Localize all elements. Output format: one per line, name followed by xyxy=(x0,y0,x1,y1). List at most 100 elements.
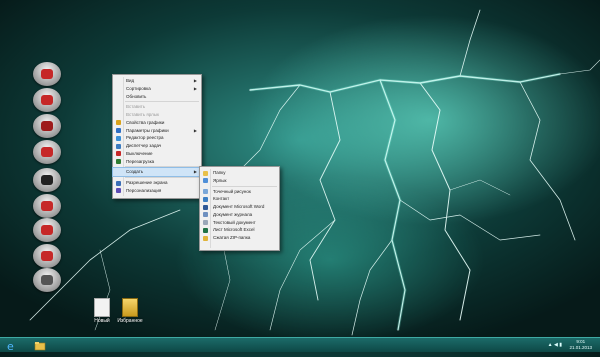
menu-item-icon xyxy=(203,204,208,210)
menu-item-icon xyxy=(203,196,208,202)
taskbar: e ▲ ◀ ▮ 9:01 21.01.2013 xyxy=(0,337,600,353)
menu-item-label: Сжатая ZIP-папка xyxy=(213,235,251,240)
menu-item[interactable]: Выключение xyxy=(113,150,201,158)
menu-item-label: Обновить xyxy=(126,93,147,99)
menu-item-icon xyxy=(116,128,121,133)
submenu-arrow-icon: ▶ xyxy=(193,127,197,133)
menu-item[interactable]: Лист Microsoft Excel xyxy=(200,226,279,234)
menu-item-icon xyxy=(116,159,121,164)
icon-mark xyxy=(41,225,53,235)
menu-separator xyxy=(125,101,199,103)
menu-item-label: Документ Microsoft Word xyxy=(213,204,265,209)
file-explorer-icon[interactable] xyxy=(33,339,47,351)
menu-item-label: Диспетчер задач xyxy=(126,143,162,148)
archive-folder-icon xyxy=(122,298,138,317)
menu-item-label: Точечный рисунок xyxy=(213,188,251,194)
menu-item-label: Выключение xyxy=(126,150,153,156)
menu-item[interactable]: Документ Microsoft Word xyxy=(200,203,279,211)
menu-item-icon xyxy=(116,188,121,194)
menu-item-icon xyxy=(116,151,121,157)
desktop-file-favorites[interactable]: Избранное xyxy=(110,298,150,332)
menu-item[interactable]: Параметры графики ▶ xyxy=(113,127,201,135)
icon-mark xyxy=(41,175,53,185)
icon-mark xyxy=(41,69,53,79)
submenu-arrow-icon: ▶ xyxy=(193,169,197,175)
menu-item[interactable]: Вставить ярлык xyxy=(113,111,201,119)
submenu-arrow-icon: ▶ xyxy=(193,78,197,83)
app-icon-4[interactable] xyxy=(30,140,64,168)
desktop-file-label: Избранное xyxy=(117,318,143,324)
menu-item-icon xyxy=(116,143,121,149)
app-icon-7[interactable] xyxy=(30,218,64,246)
menu-separator xyxy=(125,177,199,178)
menu-item[interactable]: Сортировка ▶ xyxy=(113,85,201,93)
menu-item[interactable]: Создать ▶ xyxy=(112,167,202,177)
menu-separator xyxy=(125,166,199,168)
menu-item-icon xyxy=(203,170,208,176)
menu-item-label: Персонализация xyxy=(126,187,162,193)
menu-item-label: Перезагрузка xyxy=(126,158,155,164)
menu-item-label: Вид xyxy=(126,78,135,83)
menu-item[interactable]: Перезагрузка xyxy=(113,158,201,166)
menu-item[interactable]: Вставить xyxy=(113,103,201,111)
app-icon-1[interactable] xyxy=(30,62,64,90)
document-icon xyxy=(94,298,110,317)
menu-separator xyxy=(212,185,277,187)
menu-item-icon xyxy=(203,189,208,194)
menu-item[interactable]: Персонализация xyxy=(113,187,201,195)
menu-item[interactable]: Сжатая ZIP-папка xyxy=(200,234,279,242)
menu-item-icon xyxy=(203,178,208,184)
app-icon-2[interactable] xyxy=(30,88,64,116)
menu-item[interactable]: Свойства графики xyxy=(113,119,201,127)
menu-item-label: Разрешение экрана xyxy=(126,180,168,185)
menu-item-label: Сортировка xyxy=(126,85,151,91)
menu-item-icon xyxy=(203,235,208,241)
icon-mark xyxy=(41,201,53,211)
menu-item-label: Редактор реестра xyxy=(126,135,164,141)
menu-item-label: Текстовый документ xyxy=(213,219,256,225)
icon-mark xyxy=(41,147,53,157)
icon-mark xyxy=(41,121,53,131)
menu-item[interactable]: Редактор реестра xyxy=(113,134,201,142)
menu-item[interactable]: Контакт xyxy=(200,195,279,203)
menu-item[interactable]: Диспетчер задач xyxy=(113,142,201,150)
menu-item[interactable]: Обновить xyxy=(113,93,201,101)
menu-item-label: Ярлык xyxy=(213,177,227,183)
ie-browser-icon[interactable]: e xyxy=(4,339,18,353)
menu-item-label: Параметры графики xyxy=(126,127,169,133)
menu-item-label: Лист Microsoft Excel xyxy=(213,227,255,233)
menu-item-icon xyxy=(203,227,208,233)
svg-text:e: e xyxy=(7,340,14,352)
app-icon-3[interactable] xyxy=(30,114,64,142)
menu-item-label: Создать xyxy=(126,169,144,175)
menu-item-icon xyxy=(203,212,208,218)
recycle-bin-icon[interactable] xyxy=(30,268,64,296)
menu-item[interactable]: Вид ▶ xyxy=(113,77,201,85)
submenu-arrow-icon: ▶ xyxy=(193,85,197,91)
menu-item[interactable]: Разрешение экрана xyxy=(113,179,201,187)
icon-mark xyxy=(41,251,53,261)
menu-item-label: Папку xyxy=(213,170,226,175)
menu-item-label: Вставить xyxy=(126,104,146,110)
menu-item[interactable]: Документ журнала xyxy=(200,211,279,219)
create-submenu: Папку Ярлык Точечный рисунок Контакт Докумен… xyxy=(199,166,280,251)
menu-item[interactable]: Точечный рисунок xyxy=(200,188,279,196)
menu-item-icon xyxy=(203,220,208,225)
desktop-wallpaper xyxy=(29,9,600,336)
menu-item[interactable]: Ярлык xyxy=(200,177,279,185)
app-icon-5[interactable] xyxy=(30,168,64,196)
menu-item-label: Документ журнала xyxy=(213,211,253,217)
menu-item-icon xyxy=(116,135,121,141)
icon-mark xyxy=(41,275,53,285)
menu-item[interactable]: Текстовый документ xyxy=(200,219,279,227)
taskbar-clock[interactable]: 9:01 21.01.2013 xyxy=(569,339,592,350)
clock-date: 21.01.2013 xyxy=(569,344,592,350)
menu-item-label: Контакт xyxy=(213,196,230,202)
icon-mark xyxy=(41,95,53,105)
menu-item-label: Вставить ярлык xyxy=(126,112,159,117)
desktop-context-menu: Вид ▶ Сортировка ▶ Обновить Вставить Вставить … xyxy=(112,74,202,199)
menu-item-label: Свойства графики xyxy=(126,119,165,125)
menu-item[interactable]: Папку xyxy=(200,169,279,177)
system-tray-icons[interactable]: ▲ ◀ ▮ xyxy=(548,342,562,348)
menu-item-icon xyxy=(116,120,121,126)
